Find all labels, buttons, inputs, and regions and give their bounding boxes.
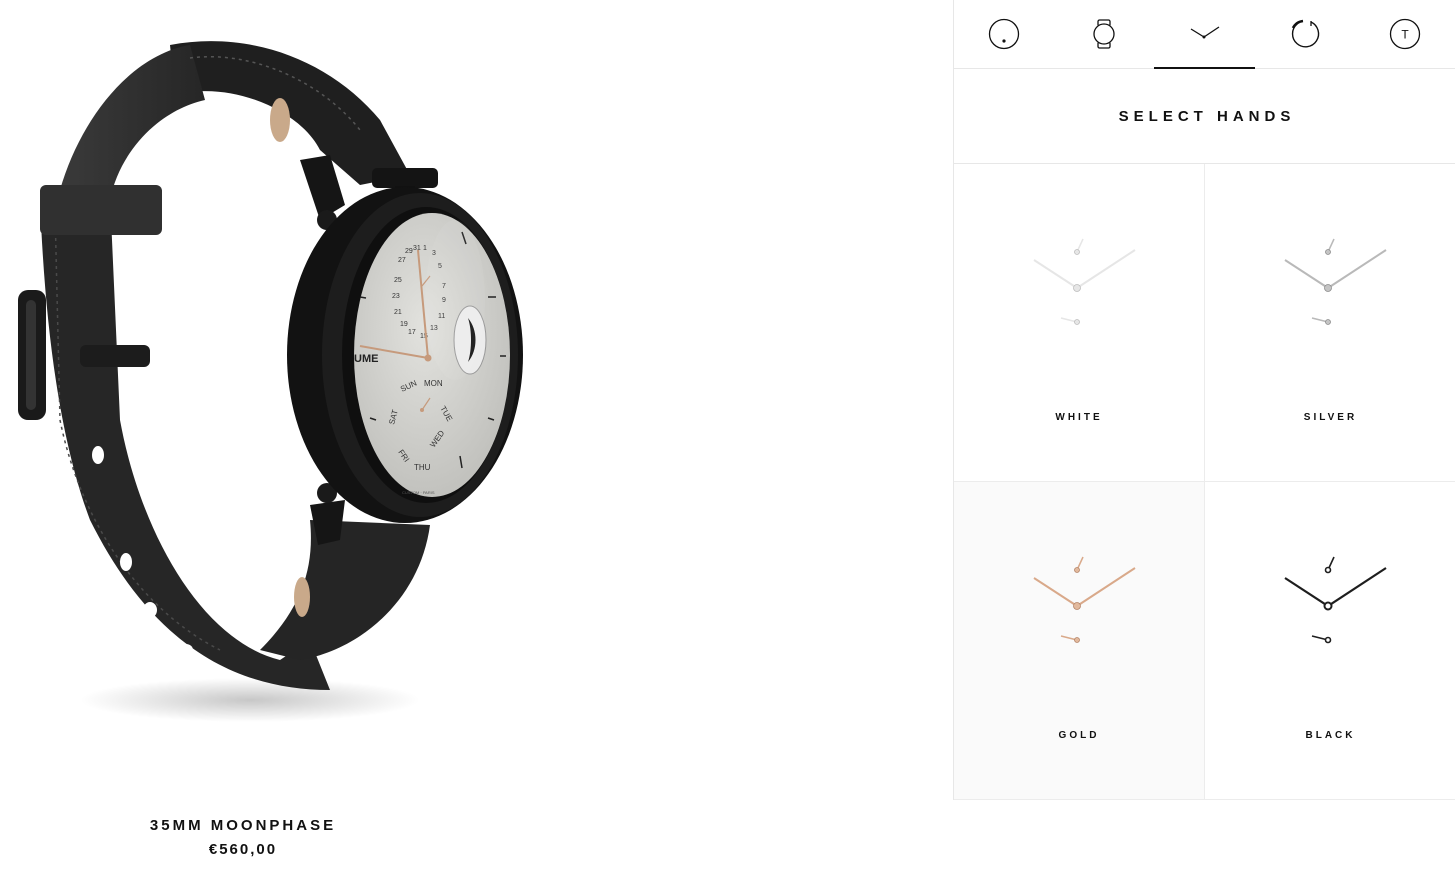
hand-option-gold[interactable]: GOLD	[954, 482, 1205, 800]
watch-brand-text: UME	[354, 353, 378, 365]
svg-text:25: 25	[394, 277, 402, 284]
hand-option-label: SILVER	[1303, 412, 1358, 423]
watch-render-image: UME SUN MON TUE WED THU FRI SAT 2729 31 1…	[18, 41, 523, 722]
section-title-text: SELECT HANDS	[1118, 107, 1296, 125]
svg-text:17: 17	[408, 329, 416, 336]
watch-preview: UME SUN MON TUE WED THU FRI SAT 27 29 31 1…	[0, 0, 953, 884]
product-info: 35MM MOONPHASE €560,00	[100, 817, 386, 858]
svg-text:31: 31	[413, 245, 421, 252]
product-name: 35MM MOONPHASE	[149, 817, 337, 834]
hand-option-black[interactable]: BLACK	[1205, 482, 1455, 800]
svg-text:MON: MON	[424, 379, 443, 388]
step-tabs: T	[954, 0, 1455, 69]
hand-option-label: GOLD	[1058, 730, 1100, 741]
product-price: €560,00	[208, 841, 278, 858]
gold-hands-icon	[1033, 556, 1136, 643]
watch-case-icon	[1093, 19, 1115, 49]
white-hands-icon	[1033, 238, 1136, 325]
engraving-icon: T	[1389, 18, 1421, 50]
engraving-letter: T	[1401, 28, 1409, 42]
hand-option-white[interactable]: WHITE	[954, 164, 1205, 482]
svg-text:CUSTOM · PARIS: CUSTOM · PARIS	[402, 490, 435, 495]
silver-hands-icon	[1284, 238, 1387, 325]
tab-strap[interactable]	[1255, 0, 1355, 68]
svg-text:THU: THU	[414, 463, 431, 472]
svg-text:29: 29	[405, 248, 413, 255]
tab-engraving[interactable]: T	[1355, 0, 1455, 68]
watch-face-icon	[988, 18, 1020, 50]
black-hands-icon	[1284, 556, 1387, 644]
svg-text:19: 19	[400, 321, 408, 328]
configurator-panel: T SELECT HANDS WHITE SILVER GOLD BLACK	[953, 0, 1455, 800]
svg-text:1: 1	[423, 245, 427, 252]
svg-text:27: 27	[398, 257, 406, 264]
hand-option-label: WHITE	[1055, 412, 1103, 423]
tab-dial[interactable]	[954, 0, 1054, 68]
hand-option-label: BLACK	[1305, 730, 1356, 741]
svg-text:21: 21	[394, 309, 402, 316]
hand-option-silver[interactable]: SILVER	[1205, 164, 1455, 482]
svg-text:23: 23	[392, 293, 400, 300]
tab-hands[interactable]	[1154, 0, 1255, 69]
watch-hands-icon	[1190, 26, 1219, 39]
section-title: SELECT HANDS	[954, 69, 1455, 164]
hand-options-grid: WHITE SILVER GOLD BLACK	[954, 164, 1455, 800]
strap-icon	[1291, 19, 1319, 48]
tab-case[interactable]	[1054, 0, 1154, 68]
